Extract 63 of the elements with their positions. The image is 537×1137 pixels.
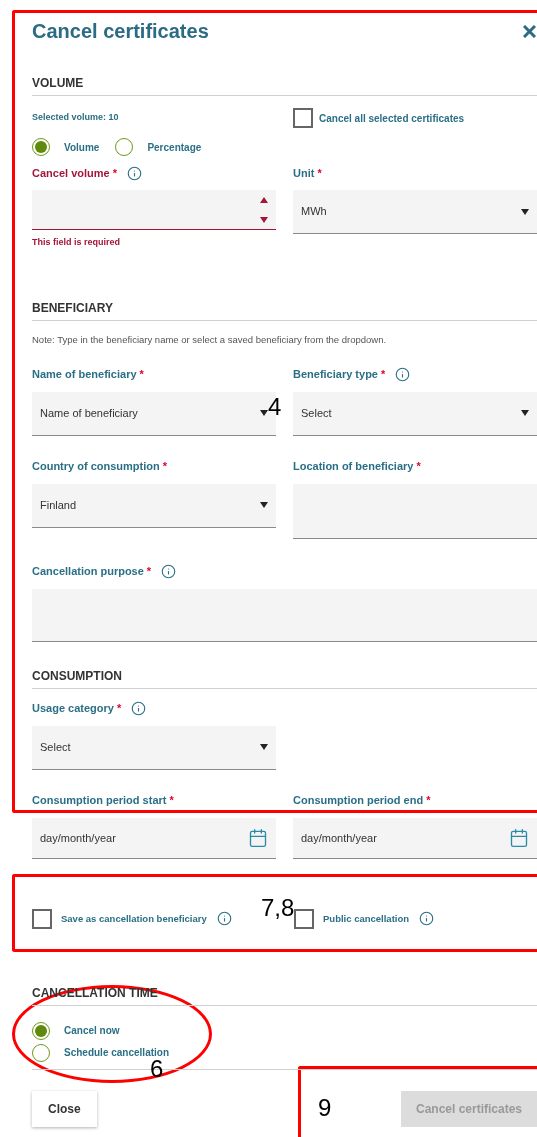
close-icon[interactable]: [523, 24, 536, 38]
radio-label[interactable]: Cancel now: [64, 1023, 120, 1039]
checkbox-label[interactable]: Save as cancellation beneficiary: [61, 911, 207, 926]
date-input[interactable]: day/month/year: [301, 829, 481, 846]
checkbox[interactable]: [293, 108, 313, 128]
required-mark: *: [112, 166, 117, 180]
section-heading: CONSUMPTION: [32, 667, 537, 689]
selected-volume: Selected volume: 10: [32, 111, 120, 125]
dropdown-field[interactable]: Select: [293, 391, 537, 436]
info-icon[interactable]: [161, 564, 177, 580]
checkbox-label[interactable]: Public cancellation: [323, 911, 410, 926]
required-mark: *: [116, 702, 122, 716]
dropdown-field[interactable]: Finland: [32, 483, 276, 528]
close-button[interactable]: Close: [32, 1090, 97, 1127]
info-icon[interactable]: [419, 911, 435, 927]
field-label: Consumption period end: [293, 794, 424, 808]
section-heading: VOLUME: [32, 75, 537, 96]
caret-icon: [260, 410, 268, 417]
date-input[interactable]: day/month/year: [40, 829, 220, 846]
note-text: Note: Type in the beneficiary name or select a saved beneficiary from the dropdown.: [32, 332, 388, 347]
field-label: Usage category: [32, 702, 114, 716]
field-label: Unit: [293, 166, 315, 180]
field-label: Beneficiary type: [293, 368, 378, 382]
caret-icon: [521, 208, 529, 215]
dropdown-field[interactable]: Select: [32, 725, 276, 770]
required-mark: *: [162, 460, 167, 474]
required-mark: *: [416, 460, 421, 474]
field-label: Consumption period start: [32, 794, 167, 808]
calendar-icon[interactable]: [509, 827, 529, 848]
caret-icon: [260, 744, 268, 751]
required-mark: *: [139, 368, 144, 382]
checkbox[interactable]: [294, 908, 314, 929]
radio-label[interactable]: Volume: [64, 139, 100, 155]
info-icon[interactable]: [216, 911, 232, 927]
checkbox-label[interactable]: Cancel all selected certificates: [319, 110, 465, 126]
field-label: Cancellation purpose: [32, 565, 144, 579]
info-icon[interactable]: [131, 701, 147, 717]
date-field[interactable]: day/month/year: [32, 817, 276, 859]
checkbox[interactable]: [32, 908, 52, 929]
spinner-icon[interactable]: [260, 196, 268, 223]
caret-icon: [521, 410, 529, 417]
dialog-title: Cancel certificates: [32, 19, 209, 43]
date-field[interactable]: day/month/year: [293, 817, 537, 859]
section-heading: BENEFICIARY: [32, 299, 537, 321]
calendar-icon[interactable]: [248, 827, 268, 848]
field-label: Country of consumption: [32, 460, 160, 474]
info-icon[interactable]: [395, 367, 411, 383]
annotation-number: 9: [318, 1096, 332, 1120]
field-label: Location of beneficiary: [293, 460, 414, 474]
required-mark: *: [146, 565, 152, 579]
required-mark: *: [381, 368, 386, 382]
required-mark: *: [426, 794, 431, 808]
required-mark: *: [317, 166, 322, 180]
required-mark: *: [169, 794, 174, 808]
field-label: Name of beneficiary: [32, 368, 137, 382]
caret-icon: [260, 502, 268, 509]
radio-label[interactable]: Percentage: [147, 139, 202, 155]
volume-field[interactable]: [32, 190, 276, 230]
error-message: This field is required: [32, 236, 122, 249]
field-label: Cancel volume: [32, 166, 110, 180]
info-icon[interactable]: [126, 165, 142, 181]
dropdown-field[interactable]: MWh: [293, 190, 537, 234]
annotation-number: 7,8: [261, 896, 295, 920]
